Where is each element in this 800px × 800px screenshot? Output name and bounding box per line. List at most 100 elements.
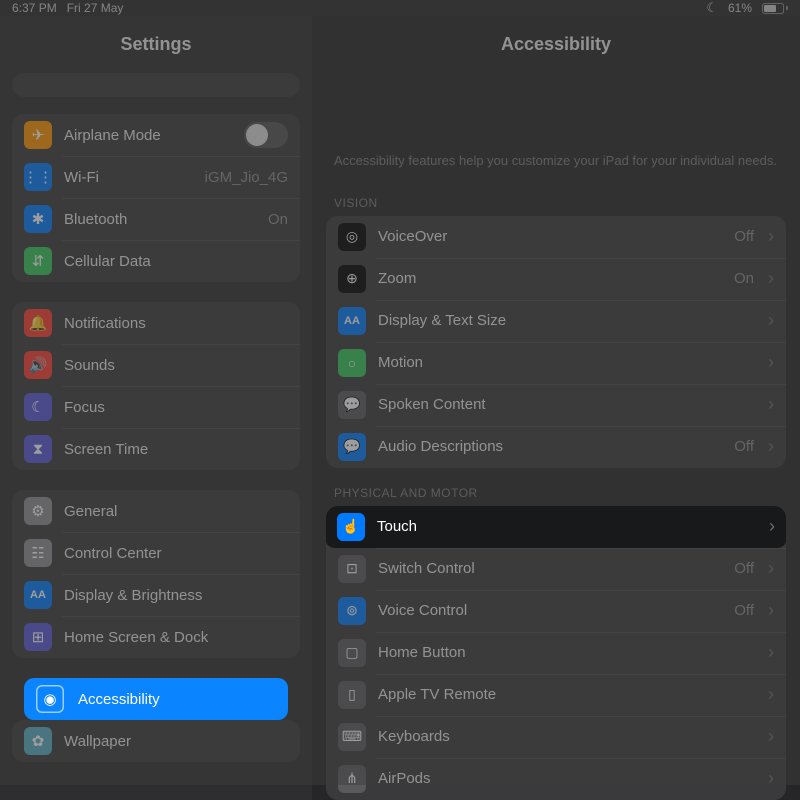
detail-item-label: VoiceOver — [378, 228, 722, 245]
homebtn-icon: ▢ — [338, 639, 366, 667]
settings-sidebar: Settings ✈Airplane Mode⋮⋮Wi-FiiGM_Jio_4G… — [0, 16, 312, 800]
sidebar-item-value: iGM_Jio_4G — [205, 169, 288, 186]
chevron-right-icon: › — [768, 394, 774, 415]
chevron-right-icon: › — [768, 726, 774, 747]
appletv-icon: ▯ — [338, 681, 366, 709]
detail-item-voiceover[interactable]: ◎ VoiceOver Off › — [326, 216, 786, 258]
detail-item-label: Motion — [378, 354, 754, 371]
sidebar-item-label: Notifications — [64, 315, 288, 332]
sidebar-item-label: Cellular Data — [64, 253, 288, 270]
sidebar-item-airplane-mode[interactable]: ✈ Airplane Mode — [12, 114, 300, 156]
chevron-right-icon: › — [768, 600, 774, 621]
detail-item-voice-control[interactable]: ⊚Voice ControlOff› — [326, 590, 786, 632]
switch-icon: ⊡ — [338, 555, 366, 583]
detail-item-label: Audio Descriptions — [378, 438, 722, 455]
bell-icon: 🔔 — [24, 309, 52, 337]
detail-item-apple-tv-remote[interactable]: ▯ Apple TV Remote › — [326, 674, 786, 716]
sidebar-item-label: Screen Time — [64, 441, 288, 458]
detail-item-label: Keyboards — [378, 728, 754, 745]
sidebar-item-sounds[interactable]: 🔊 Sounds — [12, 344, 300, 386]
section-header-vision: VISION — [326, 178, 786, 216]
chevron-right-icon: › — [768, 768, 774, 789]
detail-item-keyboards[interactable]: ⌨ Keyboards › — [326, 716, 786, 758]
battery-percent: 61% — [728, 1, 752, 15]
sidebar-item-wallpaper[interactable]: ✿Wallpaper — [12, 720, 300, 762]
detail-item-audio-descriptions[interactable]: 💬Audio DescriptionsOff› — [326, 426, 786, 468]
detail-item-label: Touch — [377, 518, 755, 535]
chevron-right-icon: › — [768, 642, 774, 663]
sidebar-item-control-center[interactable]: ☷Control Center — [12, 532, 300, 574]
sidebar-item-label: Bluetooth — [64, 211, 256, 228]
voiceover-icon: ◎ — [338, 223, 366, 251]
dnd-icon: ☾ — [706, 0, 718, 16]
sidebar-item-label: Home Screen & Dock — [64, 629, 288, 646]
detail-item-spoken-content[interactable]: 💬Spoken Content› — [326, 384, 786, 426]
detail-item-label: Zoom — [378, 270, 722, 287]
sidebar-item-notifications[interactable]: 🔔 Notifications — [12, 302, 300, 344]
detail-item-home-button[interactable]: ▢ Home Button › — [326, 632, 786, 674]
sidebar-item-home-screen-dock[interactable]: ⊞ Home Screen & Dock — [12, 616, 300, 658]
detail-item-label: Voice Control — [378, 602, 722, 619]
airplane-icon: ✈ — [24, 121, 52, 149]
detail-item-display-text-size[interactable]: AADisplay & Text Size› — [326, 300, 786, 342]
detail-item-value: Off — [734, 560, 754, 577]
aa-icon: AA — [338, 307, 366, 335]
sidebar-item-bluetooth[interactable]: ✱ Bluetooth On — [12, 198, 300, 240]
status-bar: 6:37 PM Fri 27 May ☾ 61% — [0, 0, 800, 16]
detail-item-label: Spoken Content — [378, 396, 754, 413]
detail-item-value: Off — [734, 438, 754, 455]
airplane-mode-toggle[interactable] — [244, 122, 288, 148]
sidebar-item-wi-fi[interactable]: ⋮⋮ Wi-Fi iGM_Jio_4G — [12, 156, 300, 198]
sidebar-item-label: Sounds — [64, 357, 288, 374]
sidebar-item-focus[interactable]: ☾Focus — [12, 386, 300, 428]
sidebar-item-cellular-data[interactable]: ⇵ Cellular Data — [12, 240, 300, 282]
detail-description: Accessibility features help you customiz… — [326, 73, 786, 178]
sidebar-item-label: Airplane Mode — [64, 127, 232, 144]
sidebar-item-label: Wi-Fi — [64, 169, 193, 186]
status-time: 6:37 PM — [12, 1, 57, 15]
sidebar-item-label: Accessibility — [78, 691, 276, 708]
status-date: Fri 27 May — [67, 1, 124, 15]
sidebar-item-general[interactable]: ⚙ General — [12, 490, 300, 532]
sidebar-item-display-brightness[interactable]: AA Display & Brightness — [12, 574, 300, 616]
detail-item-touch[interactable]: ☝Touch› — [326, 506, 786, 548]
detail-item-label: Display & Text Size — [378, 312, 754, 329]
sidebar-item-label: Wallpaper — [64, 733, 288, 750]
sidebar-item-label: Focus — [64, 399, 288, 416]
detail-item-switch-control[interactable]: ⊡Switch ControlOff› — [326, 548, 786, 590]
cellular-icon: ⇵ — [24, 247, 52, 275]
detail-item-zoom[interactable]: ⊕ZoomOn› — [326, 258, 786, 300]
gear-icon: ⚙ — [24, 497, 52, 525]
chevron-right-icon: › — [768, 558, 774, 579]
sidebar-item-accessibility[interactable]: ◉ Accessibility — [24, 678, 288, 720]
profile-card[interactable] — [12, 73, 300, 97]
chevron-right-icon: › — [768, 268, 774, 289]
wifi-icon: ⋮⋮ — [24, 163, 52, 191]
detail-item-motion[interactable]: ○Motion› — [326, 342, 786, 384]
detail-item-label: Home Button — [378, 644, 754, 661]
detail-item-value: Off — [734, 228, 754, 245]
sidebar-item-screen-time[interactable]: ⧗Screen Time — [12, 428, 300, 470]
sidebar-item-value: On — [268, 211, 288, 228]
keyboard-icon: ⌨ — [338, 723, 366, 751]
bluetooth-icon: ✱ — [24, 205, 52, 233]
zoom-icon: ⊕ — [338, 265, 366, 293]
detail-item-airpods[interactable]: ⋔AirPods› — [326, 758, 786, 800]
chevron-right-icon: › — [768, 226, 774, 247]
chevron-right-icon: › — [768, 352, 774, 373]
detail-title: Accessibility — [312, 16, 800, 73]
chevron-right-icon: › — [768, 684, 774, 705]
airpods-icon: ⋔ — [338, 765, 366, 793]
detail-item-label: Apple TV Remote — [378, 686, 754, 703]
detail-panel: Accessibility Accessibility features hel… — [312, 16, 800, 800]
switches-icon: ☷ — [24, 539, 52, 567]
sidebar-item-label: Display & Brightness — [64, 587, 288, 604]
touch-icon: ☝ — [337, 513, 365, 541]
battery-icon — [762, 3, 788, 14]
accessibility-icon: ◉ — [36, 685, 64, 713]
detail-item-value: Off — [734, 602, 754, 619]
sidebar-item-label: General — [64, 503, 288, 520]
speaker-icon: 🔊 — [24, 351, 52, 379]
aa-icon: AA — [24, 581, 52, 609]
grid-icon: ⊞ — [24, 623, 52, 651]
